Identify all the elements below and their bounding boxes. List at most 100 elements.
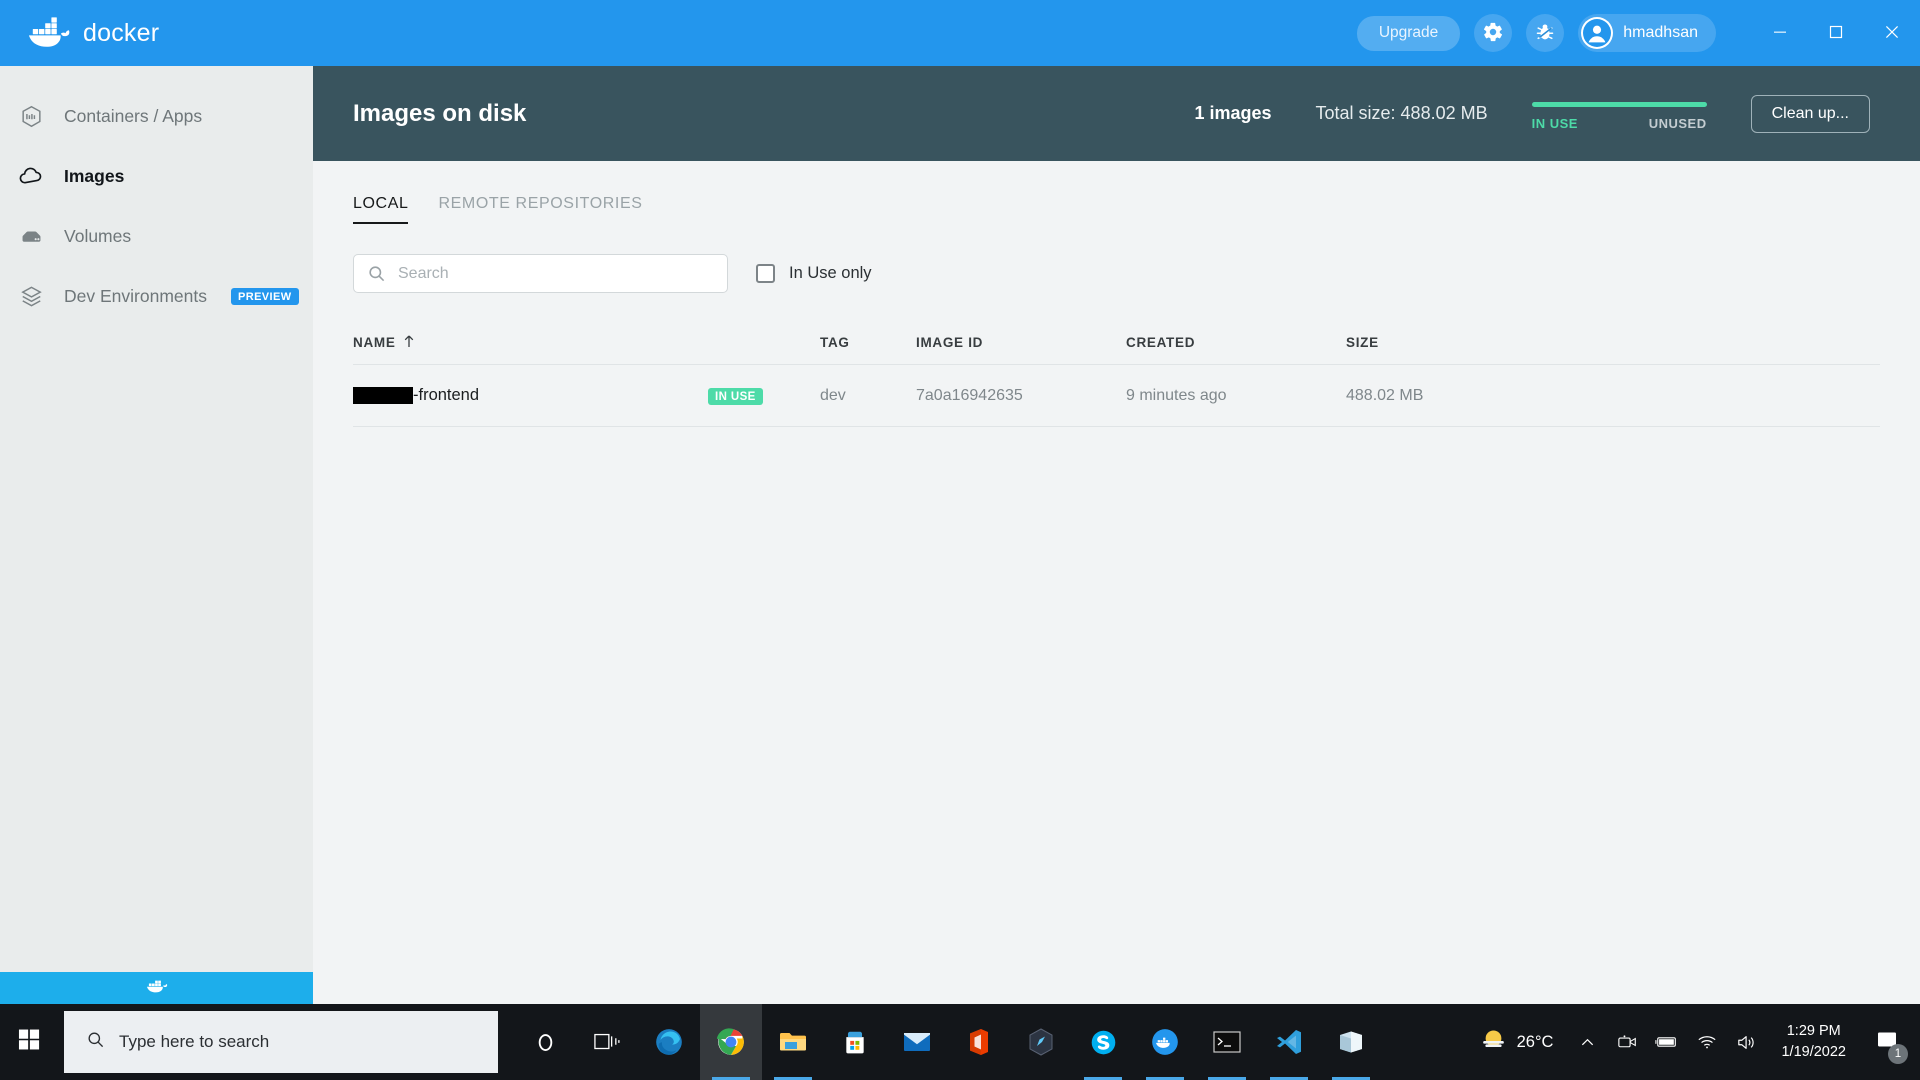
minimize-icon xyxy=(1773,25,1787,42)
clock-date: 1/19/2022 xyxy=(1781,1044,1846,1060)
in-use-only-filter[interactable]: In Use only xyxy=(756,264,872,283)
taskbar-clock[interactable]: 1:29 PM 1/19/2022 xyxy=(1767,1021,1860,1063)
terminal-icon[interactable] xyxy=(1196,1004,1258,1080)
tab-local[interactable]: LOCAL xyxy=(353,195,409,224)
weather-temperature: 26°C xyxy=(1516,1032,1554,1051)
disk-usage-meter: IN USE UNUSED xyxy=(1531,96,1707,131)
task-view-icon[interactable] xyxy=(576,1004,638,1080)
cortana-icon[interactable] xyxy=(514,1004,576,1080)
table-header-row: NAME TAG IMAGE ID CREATED SIZE xyxy=(353,329,1880,365)
in-use-only-checkbox[interactable] xyxy=(756,264,775,283)
sidebar: Containers / Apps Images Volumes Dev Env… xyxy=(0,66,313,1004)
settings-button[interactable] xyxy=(1474,14,1513,52)
main-content: Images on disk 1 images Total size: 488.… xyxy=(313,66,1920,1004)
docker-desktop-icon[interactable] xyxy=(1134,1004,1196,1080)
microsoft-office-icon[interactable] xyxy=(948,1004,1010,1080)
arrow-up-icon xyxy=(403,334,415,351)
titlebar-actions: Upgrade hmadhsan xyxy=(1356,0,1920,66)
column-label-name: NAME xyxy=(353,335,396,350)
volume-drive-icon xyxy=(14,224,48,249)
camera-icon[interactable] xyxy=(1607,1004,1647,1080)
partly-sunny-icon xyxy=(1480,1026,1507,1058)
search-container xyxy=(353,254,728,293)
title-bar: docker Upgrade hmadhsan xyxy=(0,0,1920,66)
notification-center-button[interactable]: 1 xyxy=(1860,1004,1914,1080)
column-header-tag[interactable]: TAG xyxy=(820,335,916,350)
mail-icon[interactable] xyxy=(886,1004,948,1080)
user-menu[interactable]: hmadhsan xyxy=(1578,14,1716,52)
image-name-suffix: -frontend xyxy=(413,386,480,404)
usage-label-in-use: IN USE xyxy=(1531,116,1578,131)
visual-studio-code-icon[interactable] xyxy=(1258,1004,1320,1080)
close-button[interactable] xyxy=(1864,0,1920,66)
sidebar-item-dev-environments[interactable]: Dev Environments PREVIEW xyxy=(0,266,313,326)
postman-icon[interactable] xyxy=(1010,1004,1072,1080)
upgrade-button[interactable]: Upgrade xyxy=(1356,15,1461,51)
skype-icon[interactable] xyxy=(1072,1004,1134,1080)
preview-badge: PREVIEW xyxy=(230,287,299,305)
troubleshoot-button[interactable] xyxy=(1526,14,1565,52)
image-count: 1 images xyxy=(1194,103,1272,123)
taskbar-app-icons xyxy=(514,1004,1382,1080)
images-table: NAME TAG IMAGE ID CREATED SIZE -frontend xyxy=(353,329,1880,427)
sidebar-label-dev-environments: Dev Environments xyxy=(64,285,207,306)
sidebar-label-containers-apps: Containers / Apps xyxy=(64,105,203,126)
sticky-notes-icon[interactable] xyxy=(1320,1004,1382,1080)
sidebar-label-volumes: Volumes xyxy=(64,225,132,246)
in-use-only-label: In Use only xyxy=(789,264,872,282)
column-header-name[interactable]: NAME xyxy=(353,334,708,351)
usage-label-unused: UNUSED xyxy=(1648,116,1707,131)
search-input[interactable] xyxy=(353,254,728,293)
taskbar-search-box[interactable]: Type here to search xyxy=(64,1011,498,1073)
battery-icon[interactable] xyxy=(1647,1004,1687,1080)
windows-start-icon xyxy=(18,1028,41,1056)
container-box-icon xyxy=(14,104,48,129)
redacted-name-block xyxy=(353,387,413,404)
minimize-button[interactable] xyxy=(1752,0,1808,66)
microsoft-store-icon[interactable] xyxy=(824,1004,886,1080)
taskbar-search-placeholder: Type here to search xyxy=(119,1032,270,1051)
page-header: Images on disk 1 images Total size: 488.… xyxy=(313,66,1920,161)
window-controls xyxy=(1752,0,1920,66)
usage-labels: IN USE UNUSED xyxy=(1532,116,1707,131)
tab-remote-repositories[interactable]: REMOTE REPOSITORIES xyxy=(438,195,642,224)
cell-status: IN USE xyxy=(708,387,820,405)
cell-created: 9 minutes ago xyxy=(1126,386,1227,404)
sidebar-item-volumes[interactable]: Volumes xyxy=(0,206,313,266)
weather-widget[interactable]: 26°C xyxy=(1466,1026,1568,1058)
usage-bar-fill xyxy=(1531,102,1707,107)
chevron-up-icon[interactable] xyxy=(1567,1004,1607,1080)
sidebar-label-images: Images xyxy=(64,165,125,186)
maximize-button[interactable] xyxy=(1808,0,1864,66)
status-badge: IN USE xyxy=(708,387,763,405)
windows-taskbar: Type here to search 26°C 1:29 PM 1/19/20… xyxy=(0,1004,1920,1080)
sidebar-status-bar[interactable] xyxy=(0,972,313,1004)
docker-brand: docker xyxy=(26,16,159,50)
cell-tag: dev xyxy=(820,386,846,404)
column-header-created[interactable]: CREATED xyxy=(1126,335,1346,350)
tab-bar: LOCAL REMOTE REPOSITORIES xyxy=(313,161,1920,224)
microsoft-edge-icon[interactable] xyxy=(638,1004,700,1080)
total-size: Total size: 488.02 MB xyxy=(1315,103,1488,123)
notification-count-badge: 1 xyxy=(1888,1044,1908,1064)
sidebar-item-images[interactable]: Images xyxy=(0,146,313,206)
sidebar-item-containers-apps[interactable]: Containers / Apps xyxy=(0,86,313,146)
filter-row: In Use only xyxy=(313,224,1920,293)
user-avatar-icon xyxy=(1581,17,1614,49)
google-chrome-icon[interactable] xyxy=(700,1004,762,1080)
column-header-image-id[interactable]: IMAGE ID xyxy=(916,335,1126,350)
table-row[interactable]: -frontend IN USE dev 7a0a16942635 9 minu… xyxy=(353,365,1880,427)
windows-start-button[interactable] xyxy=(0,1004,58,1080)
search-icon xyxy=(86,1030,105,1054)
page-title: Images on disk xyxy=(353,99,527,127)
layers-icon xyxy=(14,284,48,309)
system-tray: 26°C 1:29 PM 1/19/2022 1 xyxy=(1466,1004,1920,1080)
clean-up-button[interactable]: Clean up... xyxy=(1750,94,1870,133)
wifi-icon[interactable] xyxy=(1687,1004,1727,1080)
username-label: hmadhsan xyxy=(1623,24,1698,41)
column-header-size[interactable]: SIZE xyxy=(1346,335,1546,350)
volume-icon[interactable] xyxy=(1727,1004,1767,1080)
file-explorer-icon[interactable] xyxy=(762,1004,824,1080)
close-icon xyxy=(1885,25,1899,42)
header-stats: 1 images Total size: 488.02 MB IN USE UN… xyxy=(1194,94,1870,133)
